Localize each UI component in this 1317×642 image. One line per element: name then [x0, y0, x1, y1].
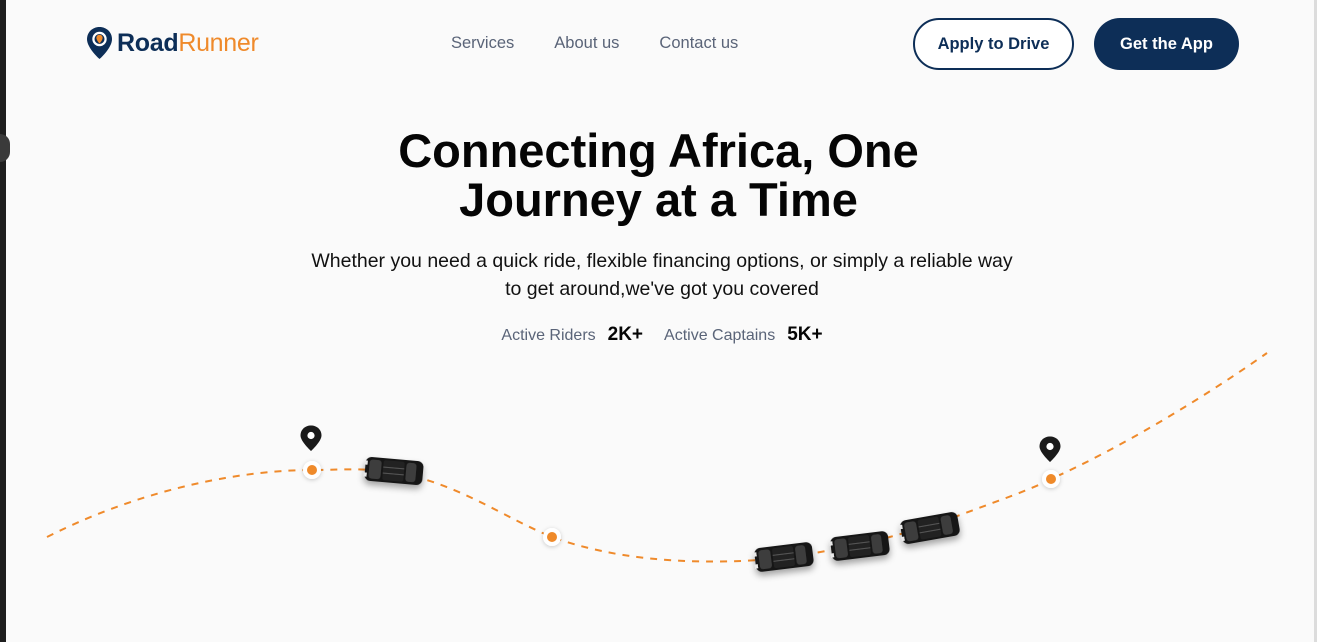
get-the-app-button[interactable]: Get the App: [1094, 18, 1239, 70]
hero-subtitle-line1: Whether you need a quick ride, flexible …: [311, 250, 1013, 272]
map-pin-icon: [87, 27, 112, 59]
brand-name-road: Road: [117, 28, 179, 57]
car-icon: [752, 541, 815, 574]
route-stop-dot: [303, 461, 321, 479]
nav-services[interactable]: Services: [451, 34, 514, 53]
route-path: [46, 352, 1268, 563]
main-nav: Services About us Contact us: [451, 34, 738, 53]
brand-logo[interactable]: RoadRunner: [86, 26, 259, 60]
apply-to-drive-button[interactable]: Apply to Drive: [913, 18, 1074, 70]
hero-title: Connecting Africa, One Journey at a Time: [0, 126, 1317, 224]
nav-about-us[interactable]: About us: [554, 34, 619, 53]
nav-contact-us[interactable]: Contact us: [659, 34, 738, 53]
hero-subtitle: Whether you need a quick ride, flexible …: [0, 247, 1317, 303]
brand-name-runner: Runner: [178, 28, 259, 57]
hero-title-line1: Connecting Africa, One: [398, 124, 919, 177]
route-stop-dot: [543, 528, 561, 546]
car-icon: [897, 510, 962, 546]
hero-title-line2: Journey at a Time: [459, 173, 858, 226]
hero-subtitle-line2: to get around,we've got you covered: [505, 278, 819, 300]
location-pin-icon: [1039, 436, 1061, 462]
brand-name: RoadRunner: [117, 29, 259, 58]
route-stop-dot: [1042, 470, 1060, 488]
car-icon: [828, 530, 891, 563]
car-icon: [362, 455, 425, 486]
route-illustration: [46, 352, 1268, 574]
location-pin-icon: [300, 425, 322, 451]
